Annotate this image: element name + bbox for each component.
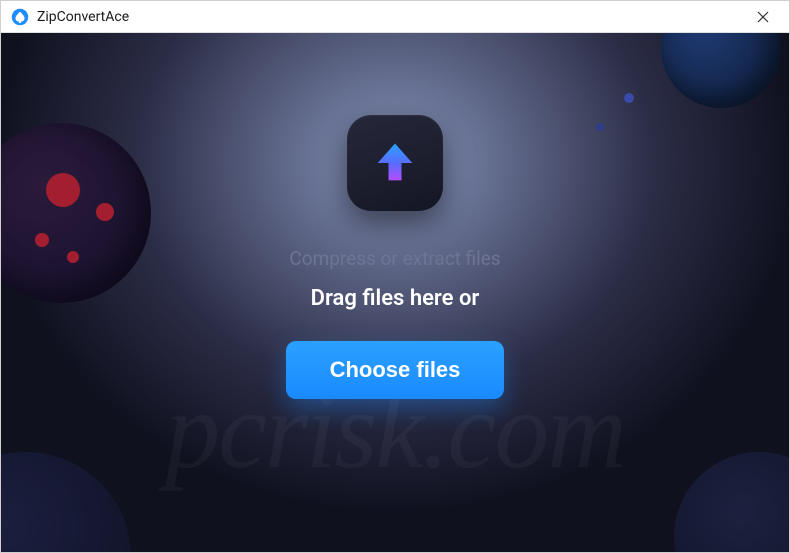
decor-circle	[674, 452, 789, 552]
titlebar: ZipConvertAce	[1, 1, 789, 33]
decor-circle	[661, 33, 781, 108]
main-content[interactable]: pcrisk.com Compress or extract files Dra…	[1, 33, 789, 552]
drag-instruction: Drag files here or	[311, 286, 480, 311]
decor-dot	[46, 173, 80, 207]
subtitle-text: Compress or extract files	[289, 247, 500, 270]
upload-tile	[347, 115, 443, 211]
close-icon	[757, 11, 769, 23]
decor-circle	[1, 452, 131, 552]
decor-dot	[35, 233, 49, 247]
decor-dot	[67, 251, 79, 263]
title-left: ZipConvertAce	[11, 8, 129, 26]
app-window: ZipConvertAce pcrisk.com	[0, 0, 790, 553]
decor-dot	[624, 93, 634, 103]
app-spade-icon	[11, 8, 29, 26]
decor-circle	[1, 123, 151, 303]
app-title: ZipConvertAce	[37, 9, 129, 25]
choose-files-button[interactable]: Choose files	[286, 341, 505, 399]
decor-dot	[596, 123, 604, 131]
close-button[interactable]	[741, 2, 785, 32]
decor-dot	[96, 203, 114, 221]
upload-arrow-icon	[369, 137, 421, 189]
